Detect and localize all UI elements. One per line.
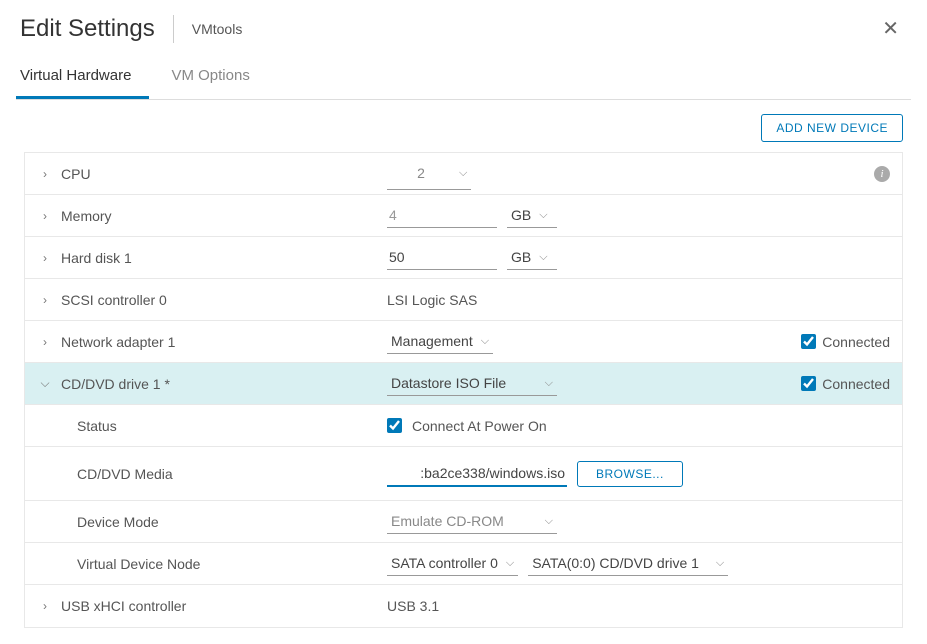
hard-disk-unit-select[interactable]: GB ⌵ [507, 245, 557, 270]
chevron-down-icon: ⌵ [481, 335, 489, 348]
add-new-device-button[interactable]: ADD NEW DEVICE [761, 114, 903, 142]
chevron-right-icon[interactable]: › [37, 209, 53, 223]
close-icon[interactable]: ✕ [874, 12, 907, 45]
network-select[interactable]: Management ⌵ [387, 329, 493, 354]
row-usb: › USB xHCI controller USB 3.1 [25, 585, 902, 627]
row-memory: › Memory GB ⌵ [25, 195, 902, 237]
chevron-right-icon[interactable]: › [37, 167, 53, 181]
browse-button[interactable]: BROWSE... [577, 461, 683, 487]
row-cddvd: ⌵ CD/DVD drive 1 * Datastore ISO File ⌵ … [25, 363, 902, 405]
cpu-select[interactable]: 2 ⌵ [387, 157, 471, 190]
label-status: Status [77, 418, 117, 434]
chevron-down-icon: ⌵ [506, 557, 514, 570]
chevron-down-icon: ⌵ [716, 557, 724, 570]
chevron-down-icon: ⌵ [545, 377, 553, 390]
row-hard-disk: › Hard disk 1 GB ⌵ [25, 237, 902, 279]
tab-vm-options[interactable]: VM Options [167, 57, 267, 99]
chevron-right-icon[interactable]: › [37, 251, 53, 265]
label-network: Network adapter 1 [61, 334, 175, 350]
chevron-down-icon[interactable]: ⌵ [37, 376, 53, 391]
chevron-right-icon[interactable]: › [37, 599, 53, 613]
device-mode-select[interactable]: Emulate CD-ROM ⌵ [387, 509, 557, 534]
chevron-down-icon: ⌵ [539, 251, 547, 264]
row-media: CD/DVD Media BROWSE... [25, 447, 902, 501]
row-status: Status Connect At Power On [25, 405, 902, 447]
network-connected-checkbox[interactable] [801, 334, 816, 349]
tabs: Virtual Hardware VM Options [16, 57, 911, 100]
network-connected-label: Connected [822, 334, 890, 350]
row-cpu: › CPU 2 ⌵ i [25, 153, 902, 195]
label-cpu: CPU [61, 166, 91, 182]
label-cddvd: CD/DVD drive 1 * [61, 376, 170, 392]
label-usb: USB xHCI controller [61, 598, 186, 614]
chevron-down-icon: ⌵ [539, 209, 547, 222]
row-scsi: › SCSI controller 0 LSI Logic SAS [25, 279, 902, 321]
tab-virtual-hardware[interactable]: Virtual Hardware [16, 57, 149, 99]
chevron-right-icon[interactable]: › [37, 293, 53, 307]
cddvd-connected-label: Connected [822, 376, 890, 392]
chevron-down-icon: ⌵ [459, 167, 467, 180]
cddvd-type-select[interactable]: Datastore ISO File ⌵ [387, 371, 557, 396]
row-device-mode: Device Mode Emulate CD-ROM ⌵ [25, 501, 902, 543]
label-device-mode: Device Mode [77, 514, 159, 530]
top-actions: ADD NEW DEVICE [12, 114, 915, 152]
hard-disk-input[interactable] [387, 245, 497, 270]
memory-unit-select[interactable]: GB ⌵ [507, 203, 557, 228]
media-path-input[interactable] [387, 461, 567, 487]
node-controller-select[interactable]: SATA controller 0 ⌵ [387, 551, 518, 576]
node-slot-select[interactable]: SATA(0:0) CD/DVD drive 1 ⌵ [528, 551, 728, 576]
connect-power-on-checkbox[interactable] [387, 418, 402, 433]
scsi-value: LSI Logic SAS [387, 292, 477, 308]
label-virtual-node: Virtual Device Node [77, 556, 200, 572]
row-virtual-node: Virtual Device Node SATA controller 0 ⌵ … [25, 543, 902, 585]
connect-power-on-label: Connect At Power On [412, 418, 547, 434]
label-media: CD/DVD Media [77, 466, 173, 482]
usb-value: USB 3.1 [387, 598, 439, 614]
dialog-title: Edit Settings [20, 15, 174, 43]
cddvd-connected-checkbox[interactable] [801, 376, 816, 391]
label-hard-disk: Hard disk 1 [61, 250, 132, 266]
hardware-list: › CPU 2 ⌵ i › Memory GB ⌵ › Hard disk 1 [24, 152, 903, 628]
chevron-down-icon: ⌵ [545, 515, 553, 528]
row-network: › Network adapter 1 Management ⌵ Connect… [25, 321, 902, 363]
label-scsi: SCSI controller 0 [61, 292, 167, 308]
vm-name: VMtools [174, 21, 243, 37]
dialog-header: Edit Settings VMtools ✕ [12, 8, 915, 57]
info-icon[interactable]: i [874, 166, 890, 182]
label-memory: Memory [61, 208, 112, 224]
memory-input[interactable] [387, 203, 497, 228]
chevron-right-icon[interactable]: › [37, 335, 53, 349]
